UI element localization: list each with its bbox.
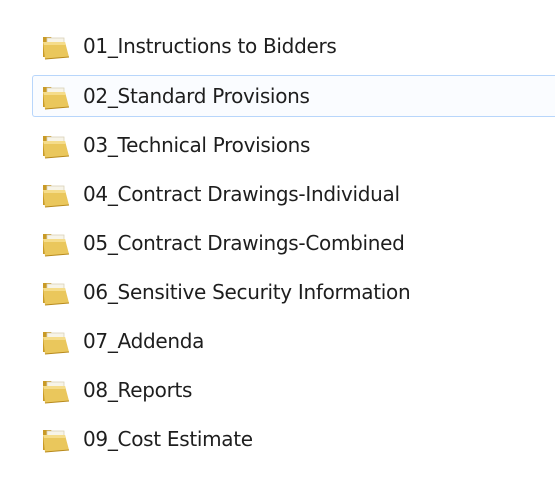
folder-label: 09_Cost Estimate bbox=[83, 427, 253, 451]
folder-label: 02_Standard Provisions bbox=[83, 84, 310, 108]
folder-item-01[interactable]: 01_Instructions to Bidders bbox=[32, 25, 555, 67]
folder-item-07[interactable]: 07_Addenda bbox=[32, 320, 555, 362]
folder-icon bbox=[41, 427, 71, 453]
folder-icon bbox=[41, 182, 71, 208]
folder-item-05[interactable]: 05_Contract Drawings-Combined bbox=[32, 222, 555, 264]
folder-label: 05_Contract Drawings-Combined bbox=[83, 231, 405, 255]
folder-item-09[interactable]: 09_Cost Estimate bbox=[32, 418, 555, 460]
folder-item-03[interactable]: 03_Technical Provisions bbox=[32, 124, 555, 166]
folder-label: 07_Addenda bbox=[83, 329, 205, 353]
folder-item-08[interactable]: 08_Reports bbox=[32, 369, 555, 411]
folder-icon bbox=[41, 133, 71, 159]
folder-label: 01_Instructions to Bidders bbox=[83, 34, 337, 58]
folder-icon bbox=[41, 329, 71, 355]
folder-icon bbox=[41, 378, 71, 404]
folder-icon bbox=[41, 231, 71, 257]
folder-icon bbox=[41, 84, 71, 110]
folder-label: 08_Reports bbox=[83, 378, 193, 402]
folder-icon bbox=[41, 34, 71, 60]
folder-list: 01_Instructions to Bidders 02_Standard P… bbox=[0, 0, 555, 477]
folder-icon bbox=[41, 280, 71, 306]
folder-label: 03_Technical Provisions bbox=[83, 133, 311, 157]
folder-item-06[interactable]: 06_Sensitive Security Information bbox=[32, 271, 555, 313]
folder-item-04[interactable]: 04_Contract Drawings-Individual bbox=[32, 173, 555, 215]
folder-label: 04_Contract Drawings-Individual bbox=[83, 182, 400, 206]
folder-label: 06_Sensitive Security Information bbox=[83, 280, 411, 304]
folder-item-02[interactable]: 02_Standard Provisions bbox=[32, 75, 555, 117]
